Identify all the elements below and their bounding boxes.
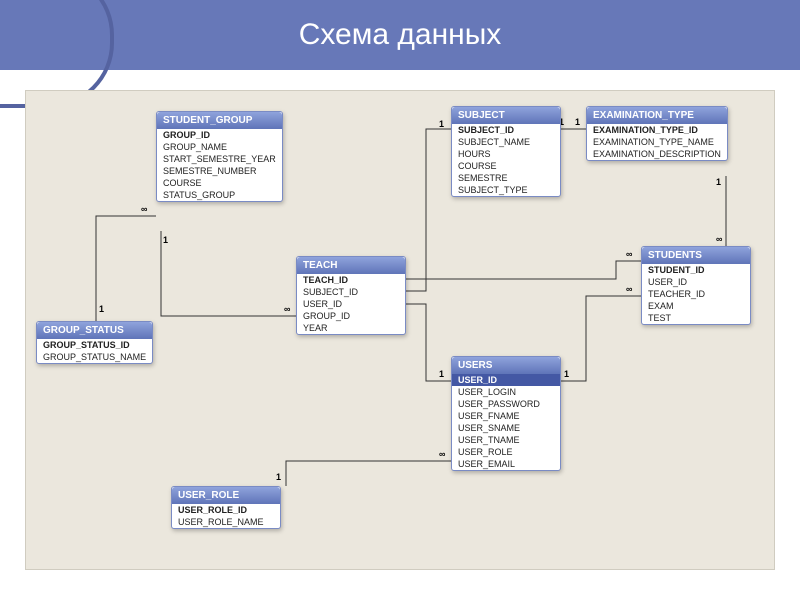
table-examination-type[interactable]: EXAMINATION_TYPE EXAMINATION_TYPE_ID EXA… — [586, 106, 728, 161]
field[interactable]: USER_ID — [642, 276, 750, 288]
field[interactable]: USER_PASSWORD — [452, 398, 560, 410]
card-one: 1 — [439, 369, 444, 379]
field[interactable]: TEACH_ID — [297, 274, 405, 286]
field[interactable]: EXAMINATION_TYPE_NAME — [587, 136, 727, 148]
field[interactable]: HOURS — [452, 148, 560, 160]
page-title: Схема данных — [0, 0, 800, 70]
diagram-canvas: 1 ∞ 1 ∞ ∞ 1 ∞ 1 1 1 ∞ 1 1 ∞ 1 ∞ 1 ∞ STUD… — [25, 90, 775, 570]
card-one: 1 — [276, 472, 281, 482]
field[interactable]: TEACHER_ID — [642, 288, 750, 300]
field[interactable]: START_SEMESTRE_YEAR — [157, 153, 282, 165]
field[interactable]: EXAMINATION_DESCRIPTION — [587, 148, 727, 160]
card-one: 1 — [163, 235, 168, 245]
card-one: 1 — [575, 117, 580, 127]
table-header: USERS — [452, 357, 560, 374]
field[interactable]: USER_ROLE_ID — [172, 504, 280, 516]
card-many: ∞ — [439, 449, 445, 459]
field[interactable]: TEST — [642, 312, 750, 324]
field[interactable]: GROUP_STATUS_NAME — [37, 351, 152, 363]
field[interactable]: SUBJECT_TYPE — [452, 184, 560, 196]
card-one: 1 — [564, 369, 569, 379]
table-student-group[interactable]: STUDENT_GROUP GROUP_ID GROUP_NAME START_… — [156, 111, 283, 202]
field[interactable]: USER_ROLE_NAME — [172, 516, 280, 528]
table-header: STUDENTS — [642, 247, 750, 264]
table-group-status[interactable]: GROUP_STATUS GROUP_STATUS_ID GROUP_STATU… — [36, 321, 153, 364]
title-text: Схема данных — [299, 18, 502, 52]
table-subject[interactable]: SUBJECT SUBJECT_ID SUBJECT_NAME HOURS CO… — [451, 106, 561, 197]
field[interactable]: USER_LOGIN — [452, 386, 560, 398]
table-header: GROUP_STATUS — [37, 322, 152, 339]
table-teach[interactable]: TEACH TEACH_ID SUBJECT_ID USER_ID GROUP_… — [296, 256, 406, 335]
table-header: SUBJECT — [452, 107, 560, 124]
table-header: USER_ROLE — [172, 487, 280, 504]
field[interactable]: GROUP_STATUS_ID — [37, 339, 152, 351]
table-user-role[interactable]: USER_ROLE USER_ROLE_ID USER_ROLE_NAME — [171, 486, 281, 529]
field[interactable]: USER_ID — [297, 298, 405, 310]
field[interactable]: SEMESTRE — [452, 172, 560, 184]
field[interactable]: STUDENT_ID — [642, 264, 750, 276]
field[interactable]: EXAM — [642, 300, 750, 312]
card-many: ∞ — [626, 284, 632, 294]
field[interactable]: SEMESTRE_NUMBER — [157, 165, 282, 177]
field-selected[interactable]: USER_ID — [452, 374, 560, 386]
field[interactable]: YEAR — [297, 322, 405, 334]
card-many: ∞ — [141, 204, 147, 214]
field[interactable]: USER_TNAME — [452, 434, 560, 446]
field[interactable]: GROUP_ID — [157, 129, 282, 141]
field[interactable]: SUBJECT_ID — [297, 286, 405, 298]
card-one: 1 — [716, 177, 721, 187]
field[interactable]: EXAMINATION_TYPE_ID — [587, 124, 727, 136]
field[interactable]: USER_SNAME — [452, 422, 560, 434]
field[interactable]: USER_ROLE — [452, 446, 560, 458]
table-header: EXAMINATION_TYPE — [587, 107, 727, 124]
field[interactable]: SUBJECT_ID — [452, 124, 560, 136]
field[interactable]: SUBJECT_NAME — [452, 136, 560, 148]
card-many: ∞ — [716, 234, 722, 244]
field[interactable]: COURSE — [452, 160, 560, 172]
table-header: STUDENT_GROUP — [157, 112, 282, 129]
card-one: 1 — [439, 119, 444, 129]
card-many: ∞ — [626, 249, 632, 259]
table-users[interactable]: USERS USER_ID USER_LOGIN USER_PASSWORD U… — [451, 356, 561, 471]
table-students[interactable]: STUDENTS STUDENT_ID USER_ID TEACHER_ID E… — [641, 246, 751, 325]
field[interactable]: USER_EMAIL — [452, 458, 560, 470]
field[interactable]: GROUP_NAME — [157, 141, 282, 153]
field[interactable]: COURSE — [157, 177, 282, 189]
card-many: ∞ — [284, 304, 290, 314]
field[interactable]: GROUP_ID — [297, 310, 405, 322]
field[interactable]: USER_FNAME — [452, 410, 560, 422]
card-one: 1 — [99, 304, 104, 314]
table-header: TEACH — [297, 257, 405, 274]
field[interactable]: STATUS_GROUP — [157, 189, 282, 201]
